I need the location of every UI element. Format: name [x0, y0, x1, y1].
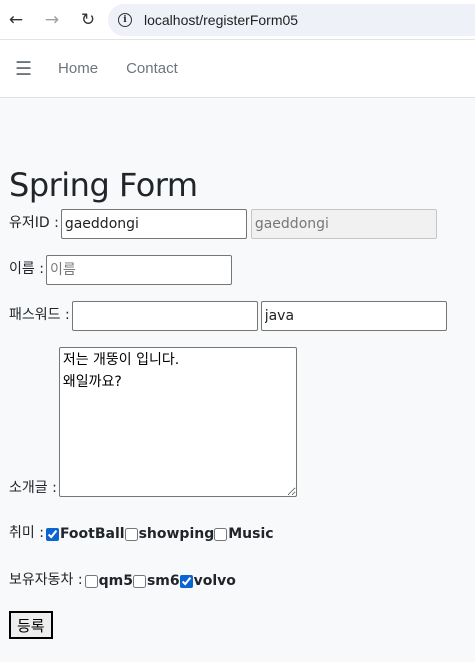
- cars-row: 보유자동차 : qm5 sm6 volvo: [9, 569, 466, 589]
- reload-icon[interactable]: ↻: [74, 10, 102, 30]
- nav-link-home[interactable]: Home: [58, 60, 98, 77]
- forward-arrow-icon[interactable]: →: [38, 10, 66, 30]
- football-checkbox[interactable]: [45, 527, 59, 541]
- page-title: Spring Form: [9, 166, 198, 204]
- car-option-volvo[interactable]: volvo: [179, 573, 236, 589]
- url-text: localhost/registerForm05: [144, 11, 299, 28]
- hobby-label: 취미 :: [9, 525, 44, 541]
- name-row: 이름 :: [9, 255, 466, 285]
- volvo-label: volvo: [193, 573, 236, 589]
- intro-label: 소개글 :: [9, 480, 57, 496]
- back-arrow-icon[interactable]: ←: [2, 10, 30, 30]
- hobby-option-football[interactable]: FootBall: [45, 526, 125, 542]
- form-container: Spring Form 유저ID : 이름 : 패스워드 : 소개글 : 저는 …: [0, 166, 475, 639]
- password-input[interactable]: [71, 301, 258, 331]
- football-label: FootBall: [59, 526, 125, 542]
- qm5-checkbox[interactable]: [84, 574, 98, 588]
- sm6-checkbox[interactable]: [132, 574, 146, 588]
- music-checkbox[interactable]: [214, 527, 228, 541]
- password-plain-input[interactable]: [260, 301, 447, 331]
- address-bar[interactable]: i localhost/registerForm05: [108, 3, 475, 36]
- info-icon[interactable]: i: [118, 12, 132, 27]
- hamburger-menu-icon[interactable]: ☰: [15, 58, 32, 80]
- userid-label: 유저ID :: [9, 215, 59, 231]
- hobby-option-music[interactable]: Music: [214, 526, 274, 542]
- submit-row: 등록: [9, 611, 466, 639]
- music-label: Music: [228, 526, 274, 542]
- car-option-qm5[interactable]: qm5: [84, 573, 133, 589]
- register-button[interactable]: 등록: [9, 611, 53, 639]
- browser-toolbar: ← → ↻ i localhost/registerForm05: [0, 0, 475, 40]
- car-option-sm6[interactable]: sm6: [132, 573, 180, 589]
- hobby-row: 취미 : FootBall showping Music: [9, 522, 466, 542]
- sm6-label: sm6: [146, 573, 180, 589]
- userid-readonly-input[interactable]: [250, 209, 437, 239]
- site-navbar: ☰ Home Contact: [0, 40, 475, 98]
- userid-input[interactable]: [60, 209, 247, 239]
- intro-textarea[interactable]: 저는 개뚱이 입니다. 왜일까요?: [58, 347, 297, 497]
- showping-checkbox[interactable]: [124, 527, 138, 541]
- password-label: 패스워드 :: [9, 307, 70, 323]
- volvo-checkbox[interactable]: [179, 574, 193, 588]
- name-label: 이름 :: [9, 261, 44, 277]
- name-input[interactable]: [45, 255, 232, 285]
- password-row: 패스워드 :: [9, 301, 466, 331]
- hobby-option-showping[interactable]: showping: [124, 526, 215, 542]
- showping-label: showping: [138, 526, 215, 542]
- cars-label: 보유자동차 :: [9, 572, 83, 588]
- nav-link-contact[interactable]: Contact: [126, 60, 178, 77]
- intro-row: 소개글 : 저는 개뚱이 입니다. 왜일까요?: [9, 347, 466, 497]
- userid-row: 유저ID :: [9, 209, 466, 239]
- qm5-label: qm5: [98, 573, 133, 589]
